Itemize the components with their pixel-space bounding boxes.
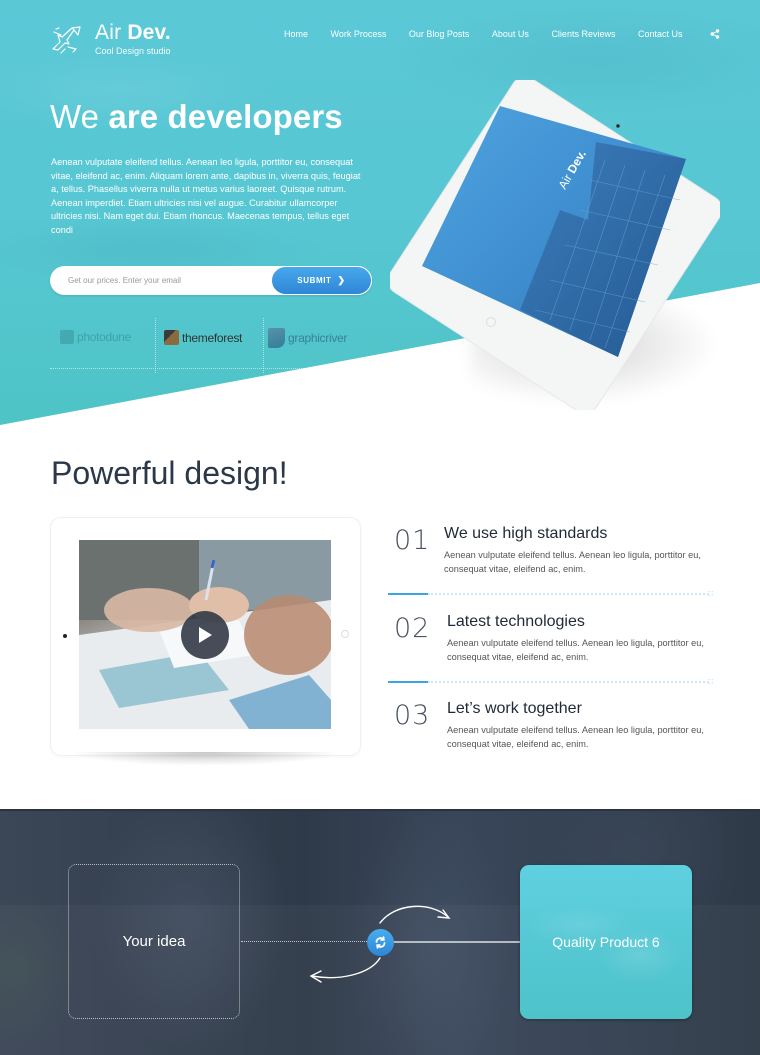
feature-number: 03	[394, 700, 431, 731]
feature-description: Aenean vulputate eleifend tellus. Aenean…	[447, 725, 704, 749]
nav-item-clients-reviews[interactable]: Clients Reviews	[551, 29, 615, 39]
divider	[155, 318, 156, 373]
feature-title: We use high standards	[444, 525, 608, 542]
partner-label: themeforest	[182, 330, 243, 345]
partner-logos: photodune themeforest graphicriver	[50, 318, 380, 373]
feature-description: Aenean vulputate eleifend tellus. Aenean…	[444, 550, 701, 574]
hero-description: Aenean vulputate eleifend tellus. Aenean…	[51, 157, 361, 235]
nav-item-work-process[interactable]: Work Process	[331, 29, 387, 39]
nav-item-home[interactable]: Home	[284, 29, 308, 39]
share-icon[interactable]	[710, 29, 720, 39]
brand-tagline: Cool Design studio	[95, 46, 171, 56]
quality-product-box: Quality Product 6	[520, 865, 692, 1019]
main-nav: Home Work Process Our Blog Posts About U…	[284, 29, 720, 39]
brand-logo[interactable]: Air Dev. Cool Design studio	[50, 22, 171, 57]
play-button[interactable]	[181, 611, 229, 659]
device-home-button	[341, 630, 349, 638]
photodune-logo-icon	[60, 330, 74, 344]
divider	[263, 318, 264, 373]
feature-item: 01 We use high standards Aenean vulputat…	[388, 525, 713, 580]
partner-label: photodune	[77, 330, 132, 344]
brand-name: Air Dev.	[95, 21, 171, 44]
product-label: Quality Product 6	[552, 934, 660, 950]
feature-divider	[388, 679, 713, 684]
airplane-logo-icon	[52, 25, 81, 54]
partner-photodune[interactable]: photodune	[60, 330, 131, 344]
chevron-right-icon: ❯	[337, 275, 346, 285]
submit-label: SUBMIT	[297, 276, 332, 285]
play-icon	[199, 627, 212, 643]
refresh-icon	[375, 936, 386, 949]
idea-label: Your idea	[122, 933, 186, 950]
sync-button[interactable]	[367, 929, 394, 956]
email-input[interactable]	[68, 266, 268, 295]
section-title: Powerful design!	[51, 455, 288, 491]
process-section: Your idea Quality Product 6	[0, 809, 760, 1055]
subscribe-form: SUBMIT ❯	[50, 266, 372, 295]
feature-number: 01	[394, 525, 431, 556]
partner-themeforest[interactable]: themeforest	[164, 330, 242, 345]
themeforest-logo-icon	[164, 330, 179, 345]
feature-description: Aenean vulputate eleifend tellus. Aenean…	[447, 638, 704, 662]
feature-title: Latest technologies	[447, 613, 585, 630]
nav-item-blog-posts[interactable]: Our Blog Posts	[409, 29, 470, 39]
video-shadow	[70, 752, 340, 766]
nav-item-contact-us[interactable]: Contact Us	[638, 29, 683, 39]
feature-title: Let’s work together	[447, 700, 582, 717]
partner-label: graphicriver	[288, 331, 348, 345]
nav-item-about-us[interactable]: About Us	[492, 29, 529, 39]
feature-item: 03 Let’s work together Aenean vulputate …	[388, 700, 713, 755]
feature-item: 02 Latest technologies Aenean vulputate …	[388, 613, 713, 668]
video-player	[51, 518, 360, 755]
video-thumbnail[interactable]	[79, 540, 331, 729]
graphicriver-logo-icon	[268, 328, 285, 348]
device-camera-dot	[63, 634, 67, 638]
your-idea-box: Your idea	[68, 864, 240, 1019]
submit-button[interactable]: SUBMIT ❯	[271, 266, 372, 295]
divider	[0, 809, 760, 811]
tablet-camera	[616, 124, 620, 128]
hero-title: We are developers	[50, 98, 343, 135]
divider	[50, 368, 350, 369]
partner-graphicriver[interactable]: graphicriver	[268, 328, 347, 348]
feature-number: 02	[394, 613, 431, 644]
tablet-mockup: Air Dev.	[390, 80, 720, 410]
feature-divider	[388, 591, 713, 596]
